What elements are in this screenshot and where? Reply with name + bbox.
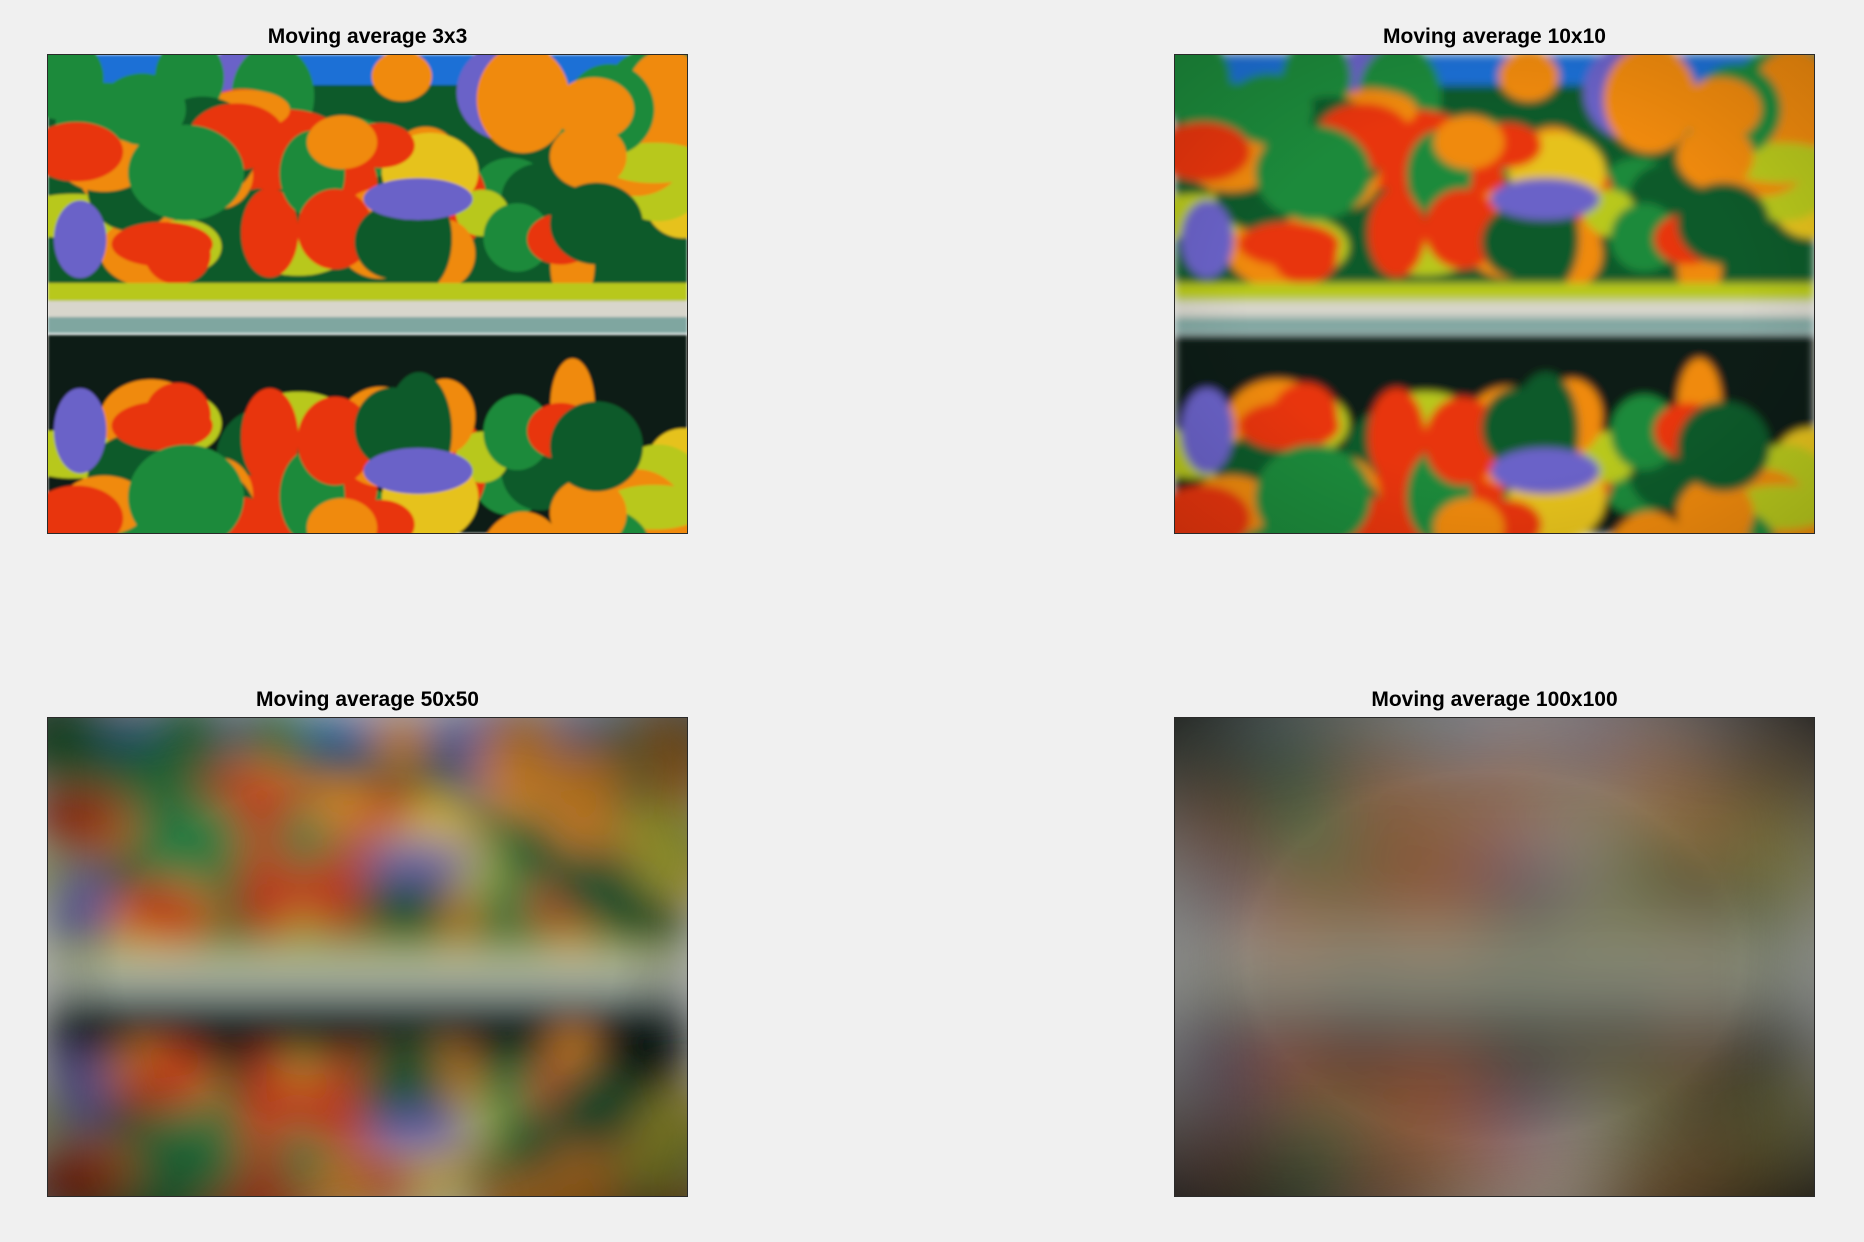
edge-darkening	[1175, 55, 1814, 533]
subplot-title: Moving average 3x3	[267, 25, 468, 48]
edge-darkening	[1175, 718, 1814, 1196]
edge-darkening	[48, 55, 687, 533]
subplot-moving-average-3x3: Moving average 3x3	[47, 25, 688, 534]
scene-svg	[48, 718, 687, 1196]
scene-svg	[1175, 718, 1814, 1196]
filtered-image-50x50	[47, 717, 688, 1197]
scene-svg	[1175, 55, 1814, 533]
subplot-title: Moving average 10x10	[1383, 25, 1606, 48]
subplot-title: Moving average 100x100	[1371, 688, 1618, 711]
subplot-moving-average-50x50: Moving average 50x50	[47, 688, 688, 1197]
subplot-title: Moving average 50x50	[256, 688, 479, 711]
filtered-image-100x100	[1174, 717, 1815, 1197]
subplot-moving-average-10x10: Moving average 10x10	[1174, 25, 1815, 534]
subplot-moving-average-100x100: Moving average 100x100	[1174, 688, 1815, 1197]
edge-darkening	[48, 718, 687, 1196]
filtered-image-10x10	[1174, 54, 1815, 534]
scene-svg	[48, 55, 687, 533]
filtered-image-3x3	[47, 54, 688, 534]
